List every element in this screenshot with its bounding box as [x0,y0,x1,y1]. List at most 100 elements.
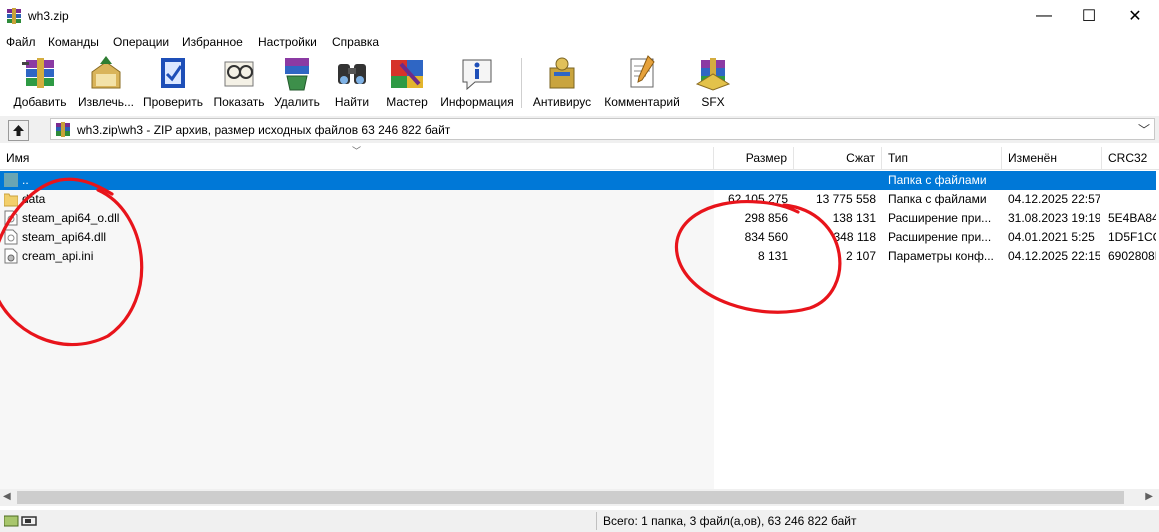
find-button[interactable]: Найти [331,54,373,112]
table-row[interactable]: data 62 105 275 13 775 558 Папка с файла… [0,190,1156,209]
info-icon [462,59,492,91]
menu-help[interactable]: Справка [332,35,379,49]
file-packed: 348 118 [833,230,877,244]
file-type: Параметры конф... [888,249,994,263]
parent-folder-icon [4,173,18,187]
table-row[interactable]: steam_api64.dll 834 560 348 118 Расширен… [0,228,1156,247]
view-icon [224,61,254,87]
status-divider [596,512,597,530]
file-packed: 2 107 [845,249,876,263]
antivirus-button-label: Антивирус [532,95,592,109]
status-summary: Всего: 1 папка, 3 файл(а,ов), 63 246 822… [603,514,857,528]
delete-button[interactable]: Удалить [273,54,321,112]
file-size: 62 105 275 [727,192,788,206]
file-size: 8 131 [757,249,788,263]
file-type: Расширение при... [888,230,992,244]
file-type: Расширение при... [888,211,992,225]
file-list[interactable]: .. Папка с файлами data 62 105 275 13 77… [0,171,1159,489]
info-button-label: Информация [440,95,514,109]
file-crc: 6902808E [1108,249,1156,263]
minimize-button[interactable]: — [1021,0,1067,32]
arrow-up-icon [13,125,24,136]
scroll-right-icon[interactable]: ▶ [1145,491,1153,502]
dll-file-icon [4,229,18,245]
file-size: 834 560 [744,230,788,244]
file-modified: 04.01.2021 5:25 [1008,230,1095,244]
title-bar: wh3.zip — ☐ ✕ [0,0,1159,32]
add-button[interactable]: Добавить [12,54,68,112]
delete-icon [285,58,309,91]
file-modified: 04.12.2025 22:15 [1008,249,1100,263]
folder-icon [4,193,18,207]
file-name: data [22,192,46,206]
scrollbar-thumb[interactable] [17,491,1124,504]
column-crc32[interactable]: CRC32 [1102,147,1159,169]
column-packed[interactable]: Сжат [794,147,882,169]
dll-file-icon [4,210,18,226]
toolbar-separator [521,58,522,108]
file-type: Папка с файлами [888,173,987,187]
ini-file-icon [4,248,18,264]
menu-operations[interactable]: Операции [113,35,169,49]
file-name: cream_api.ini [22,249,94,263]
menu-commands[interactable]: Команды [48,35,99,49]
up-folder-button[interactable] [8,120,29,141]
toolbar: Добавить Извлечь... Проверить Показать У… [0,52,1159,114]
wizard-button[interactable]: Мастер [383,54,431,112]
horizontal-scrollbar[interactable]: ◀ ▶ [0,489,1159,506]
archive-icon [56,122,70,137]
test-icon [161,58,185,88]
window-title: wh3.zip [28,9,69,23]
file-modified: 31.08.2023 19:19 [1008,211,1100,225]
table-row[interactable]: steam_api64_o.dll 298 856 138 131 Расшир… [0,209,1156,228]
file-size: 298 856 [744,211,788,225]
comment-icon [630,55,655,88]
menu-favorites[interactable]: Избранное [182,35,243,49]
file-name: .. [22,173,29,187]
wizard-icon [391,60,423,88]
chevron-down-icon[interactable]: ﹀ [1138,121,1150,138]
file-list-header: ﹀ Имя Размер Сжат Тип Изменён CRC32 [0,146,1159,170]
view-button[interactable]: Показать [211,54,267,112]
file-packed: 138 131 [832,211,876,225]
table-row[interactable]: .. Папка с файлами [0,171,1156,190]
file-type: Папка с файлами [888,192,987,206]
file-name: steam_api64_o.dll [22,211,120,225]
file-name: steam_api64.dll [22,230,107,244]
extract-button[interactable]: Извлечь... [75,54,137,112]
add-archive-icon [22,58,54,88]
test-button-label: Проверить [142,95,203,109]
test-button[interactable]: Проверить [142,54,204,112]
sfx-button-label: SFX [701,95,725,109]
menu-settings[interactable]: Настройки [258,35,317,49]
column-size[interactable]: Размер [714,147,794,169]
menu-file[interactable]: Файл [6,35,36,49]
column-modified[interactable]: Изменён [1002,147,1102,169]
extract-icon [91,56,121,89]
view-button-label: Показать [213,95,265,109]
find-icon [338,64,366,84]
path-bar: wh3.zip\wh3 - ZIP архив, размер исходных… [0,116,1159,143]
file-modified: 04.12.2025 22:57 [1008,192,1100,206]
drive-status-icon [4,515,37,527]
add-button-label: Добавить [13,95,67,109]
wizard-button-label: Мастер [386,95,428,109]
scroll-left-icon[interactable]: ◀ [3,491,11,502]
info-button[interactable]: Информация [438,54,516,112]
archive-path-text: wh3.zip\wh3 - ZIP архив, размер исходных… [77,123,451,137]
maximize-button[interactable]: ☐ [1066,0,1112,32]
table-row[interactable]: cream_api.ini 8 131 2 107 Параметры конф… [0,247,1156,266]
comment-button[interactable]: Комментарий [602,54,682,112]
column-name[interactable]: Имя [0,147,714,169]
file-crc: 1D5F1CC6 [1108,230,1156,244]
archive-path-combobox[interactable]: wh3.zip\wh3 - ZIP архив, размер исходных… [50,118,1155,140]
close-button[interactable]: ✕ [1112,0,1158,32]
column-type[interactable]: Тип [882,147,1002,169]
menu-bar: Файл Команды Операции Избранное Настройк… [0,32,1159,52]
delete-button-label: Удалить [274,95,320,109]
file-packed: 13 775 558 [815,192,876,206]
sfx-button[interactable]: SFX [692,54,734,112]
comment-button-label: Комментарий [604,95,680,109]
antivirus-button[interactable]: Антивирус [531,54,593,112]
status-bar: Всего: 1 папка, 3 файл(а,ов), 63 246 822… [0,510,1159,532]
